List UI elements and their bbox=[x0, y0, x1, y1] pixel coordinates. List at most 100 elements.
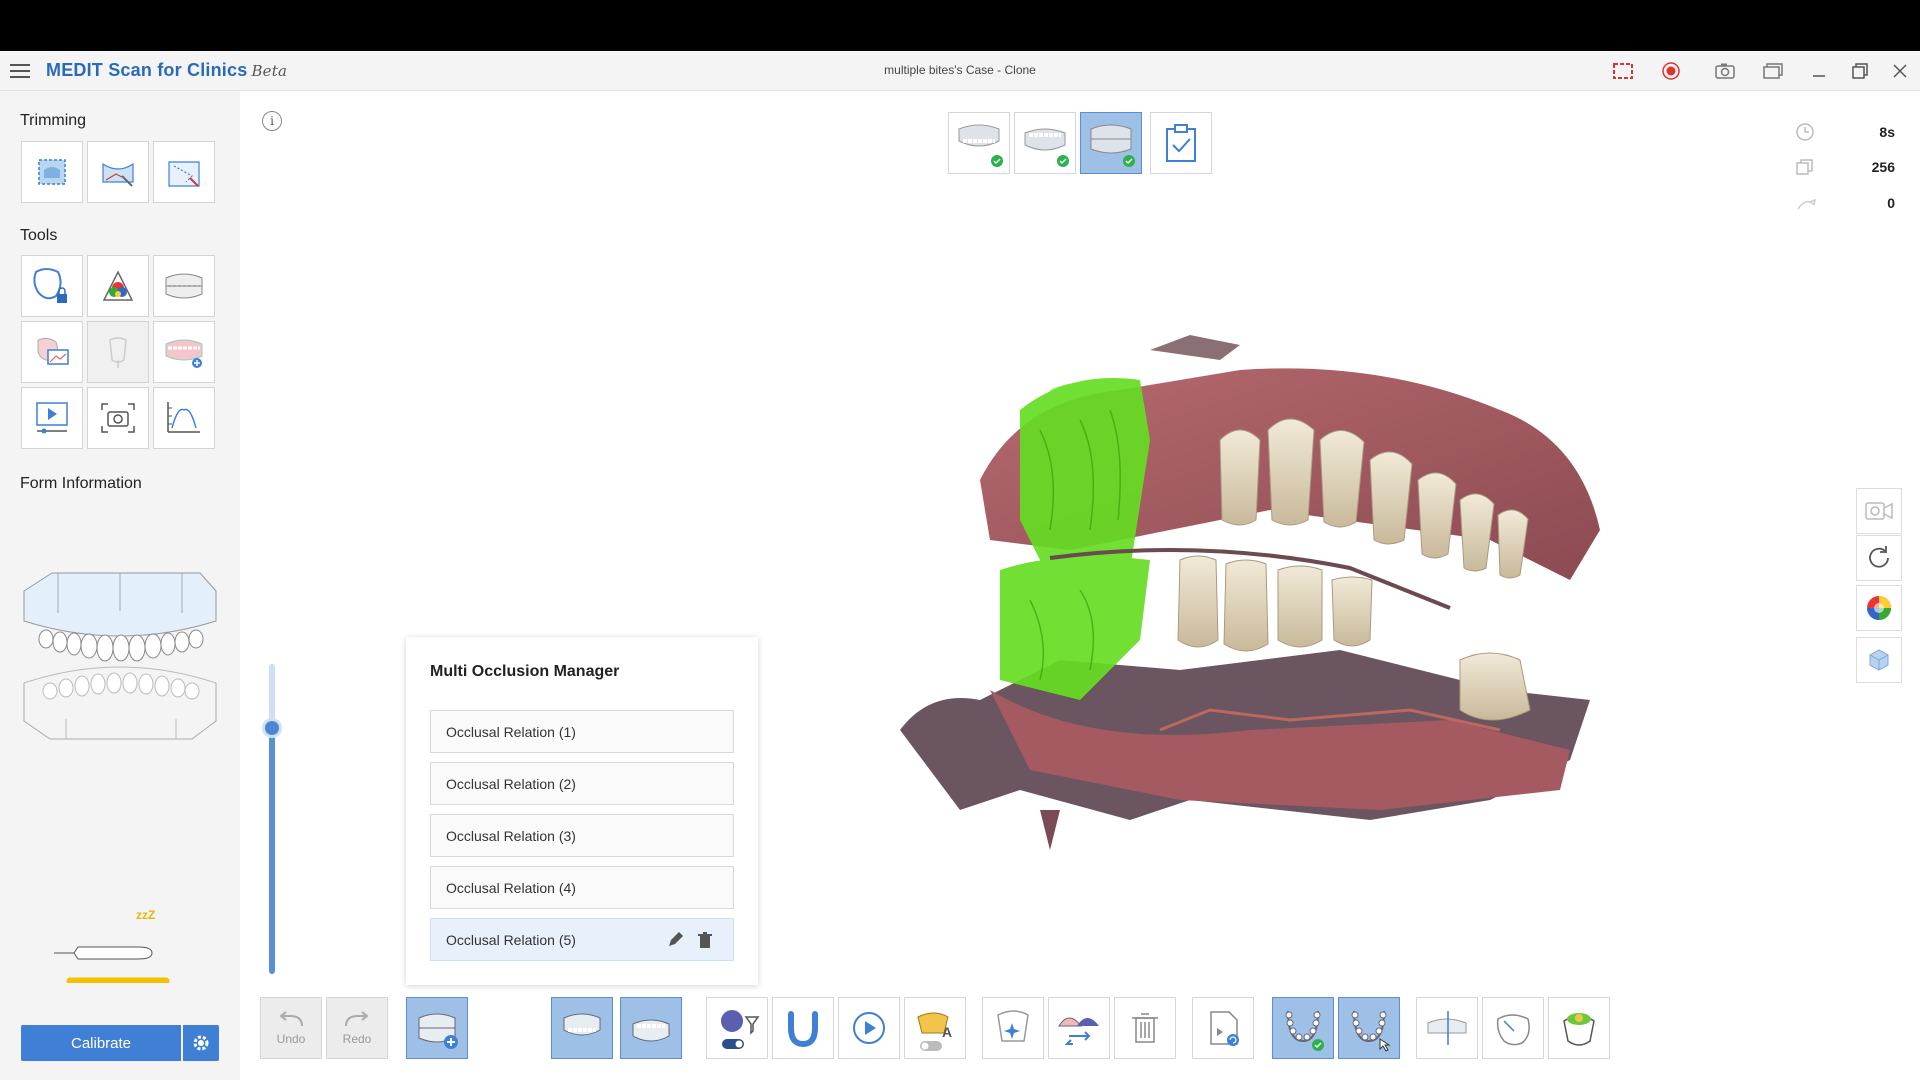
add-occlusion-button[interactable] bbox=[406, 997, 468, 1059]
rescan-count-stat: 0 bbox=[1795, 191, 1895, 215]
view-maxilla-button[interactable] bbox=[551, 997, 613, 1059]
reset-view-icon[interactable] bbox=[1856, 535, 1902, 581]
item-label: Occlusal Relation (2) bbox=[446, 775, 576, 792]
report-icon bbox=[1210, 1011, 1239, 1046]
info-icon[interactable]: i bbox=[262, 111, 282, 131]
capture-icon[interactable] bbox=[87, 387, 149, 449]
stage-occlusion-tab[interactable] bbox=[1080, 112, 1142, 174]
frame-count-value: 256 bbox=[1871, 159, 1895, 175]
delete-scan-button[interactable] bbox=[1114, 997, 1176, 1059]
undo-icon bbox=[279, 1011, 303, 1027]
swap-arch-icon bbox=[1058, 1017, 1099, 1045]
occlusion-analysis-icon[interactable] bbox=[153, 255, 215, 317]
upper-arch-check-icon bbox=[1285, 1010, 1324, 1051]
stage-maxilla-tab[interactable] bbox=[948, 112, 1010, 174]
slider-handle[interactable] bbox=[262, 718, 282, 738]
lock-area-icon[interactable] bbox=[21, 255, 83, 317]
title-bar: MEDIT Scan for Clinics Beta multiple bite… bbox=[0, 51, 1920, 91]
mandible-icon bbox=[632, 1019, 670, 1042]
upper-arch-complete-button[interactable] bbox=[1272, 997, 1334, 1059]
trimming-tools bbox=[21, 141, 215, 203]
trim-selection-button[interactable] bbox=[21, 141, 83, 203]
item-label: Occlusal Relation (5) bbox=[446, 931, 576, 948]
calibrate-settings-gear-icon[interactable] bbox=[183, 1025, 219, 1061]
occlusal-relation-item-2[interactable]: Occlusal Relation (2) bbox=[430, 762, 734, 805]
stage-review-tab[interactable] bbox=[1150, 112, 1212, 174]
calibrate-button[interactable]: Calibrate bbox=[21, 1025, 181, 1061]
hamburger-menu-icon[interactable] bbox=[9, 60, 31, 82]
ai-off-icon: A bbox=[917, 1012, 952, 1051]
add-occlusion-icon bbox=[418, 1013, 458, 1049]
swap-arch-button[interactable] bbox=[1048, 997, 1110, 1059]
slider-inactive-part bbox=[269, 664, 275, 724]
delete-trash-icon[interactable] bbox=[694, 929, 716, 951]
play-scan-button[interactable] bbox=[838, 997, 900, 1059]
close-icon[interactable] bbox=[1888, 59, 1912, 83]
image-overlay-icon[interactable] bbox=[21, 321, 83, 383]
trimming-title: Trimming bbox=[20, 112, 87, 129]
record-icon[interactable] bbox=[1659, 59, 1683, 83]
occlusal-relation-item-4[interactable]: Occlusal Relation (4) bbox=[430, 866, 734, 909]
color-mapping-icon[interactable] bbox=[87, 255, 149, 317]
stage-mandible-tab[interactable] bbox=[1014, 112, 1076, 174]
maxilla-icon bbox=[563, 1013, 601, 1036]
margin-color-button[interactable] bbox=[1548, 997, 1610, 1059]
frame-count-stat: 256 bbox=[1795, 155, 1895, 179]
rescan-icon bbox=[1797, 198, 1817, 210]
cross-section-button[interactable] bbox=[1416, 997, 1478, 1059]
camera-icon[interactable] bbox=[1713, 59, 1737, 83]
texture-toggle-icon[interactable] bbox=[1856, 637, 1902, 683]
trim-polygon-button[interactable] bbox=[153, 141, 215, 203]
playback-icon[interactable] bbox=[21, 387, 83, 449]
screen-record-area-icon[interactable] bbox=[1611, 59, 1635, 83]
filter-toggle-button[interactable] bbox=[706, 997, 768, 1059]
auto-align-button[interactable] bbox=[982, 997, 1044, 1059]
rescan-count-value: 0 bbox=[1887, 195, 1895, 211]
panel-title: Multi Occlusion Manager bbox=[430, 663, 620, 680]
scan-time-stat: 8s bbox=[1795, 120, 1895, 144]
arch-plus-icon[interactable] bbox=[153, 321, 215, 383]
black-top-bar bbox=[0, 0, 1920, 51]
filter-on-icon bbox=[721, 1010, 760, 1049]
tools-grid bbox=[21, 255, 215, 449]
undo-button[interactable]: Undo bbox=[260, 997, 322, 1059]
trim-lasso-button[interactable] bbox=[87, 141, 149, 203]
measure-icon[interactable] bbox=[153, 387, 215, 449]
trash-icon bbox=[1132, 1013, 1158, 1043]
tools-title: Tools bbox=[20, 227, 58, 244]
item-label: Occlusal Relation (4) bbox=[446, 879, 576, 896]
edit-pencil-icon[interactable] bbox=[664, 929, 686, 951]
left-sidebar: Trimming Tools Form Information zzZ Cali… bbox=[0, 91, 240, 1080]
windows-icon[interactable] bbox=[1761, 59, 1785, 83]
color-toggle-icon[interactable] bbox=[1856, 585, 1902, 631]
tooth-color-icon bbox=[1563, 1013, 1595, 1046]
maximize-icon[interactable] bbox=[1848, 59, 1872, 83]
tray-scan-button[interactable] bbox=[772, 997, 834, 1059]
lower-arch-icon bbox=[1351, 1010, 1391, 1052]
ai-scan-toggle-button[interactable]: A bbox=[904, 997, 966, 1059]
export-report-button[interactable] bbox=[1192, 997, 1254, 1059]
scan-time-value: 8s bbox=[1879, 124, 1895, 140]
occlusal-relation-item-5[interactable]: Occlusal Relation (5) bbox=[430, 918, 734, 961]
form-information-title: Form Information bbox=[20, 475, 142, 492]
3d-dental-scan-model[interactable] bbox=[900, 330, 1720, 850]
lower-arch-button[interactable] bbox=[1338, 997, 1400, 1059]
tooth-segment-icon bbox=[1496, 1014, 1530, 1046]
app-name: MEDIT Scan for Clinics bbox=[46, 60, 248, 80]
occlusal-relation-item-3[interactable]: Occlusal Relation (3) bbox=[430, 814, 734, 857]
align-sparkle-icon bbox=[997, 1010, 1029, 1042]
view-mandible-button[interactable] bbox=[620, 997, 682, 1059]
video-camera-icon[interactable] bbox=[1856, 488, 1902, 534]
cross-section-icon bbox=[1427, 1011, 1467, 1045]
occlusal-relation-item-1[interactable]: Occlusal Relation (1) bbox=[430, 710, 734, 753]
redo-icon bbox=[345, 1011, 369, 1027]
scanner-sleep-icon: zzZ bbox=[54, 908, 170, 983]
redo-button[interactable]: Redo bbox=[326, 997, 388, 1059]
tooth-segment-button[interactable] bbox=[1482, 997, 1544, 1059]
play-icon bbox=[853, 1012, 885, 1044]
svg-text:A: A bbox=[942, 1024, 952, 1040]
margin-line-icon[interactable] bbox=[87, 321, 149, 383]
redo-label: Redo bbox=[342, 1032, 372, 1046]
app-badge: Beta bbox=[251, 62, 288, 80]
minimize-icon[interactable] bbox=[1807, 59, 1831, 83]
